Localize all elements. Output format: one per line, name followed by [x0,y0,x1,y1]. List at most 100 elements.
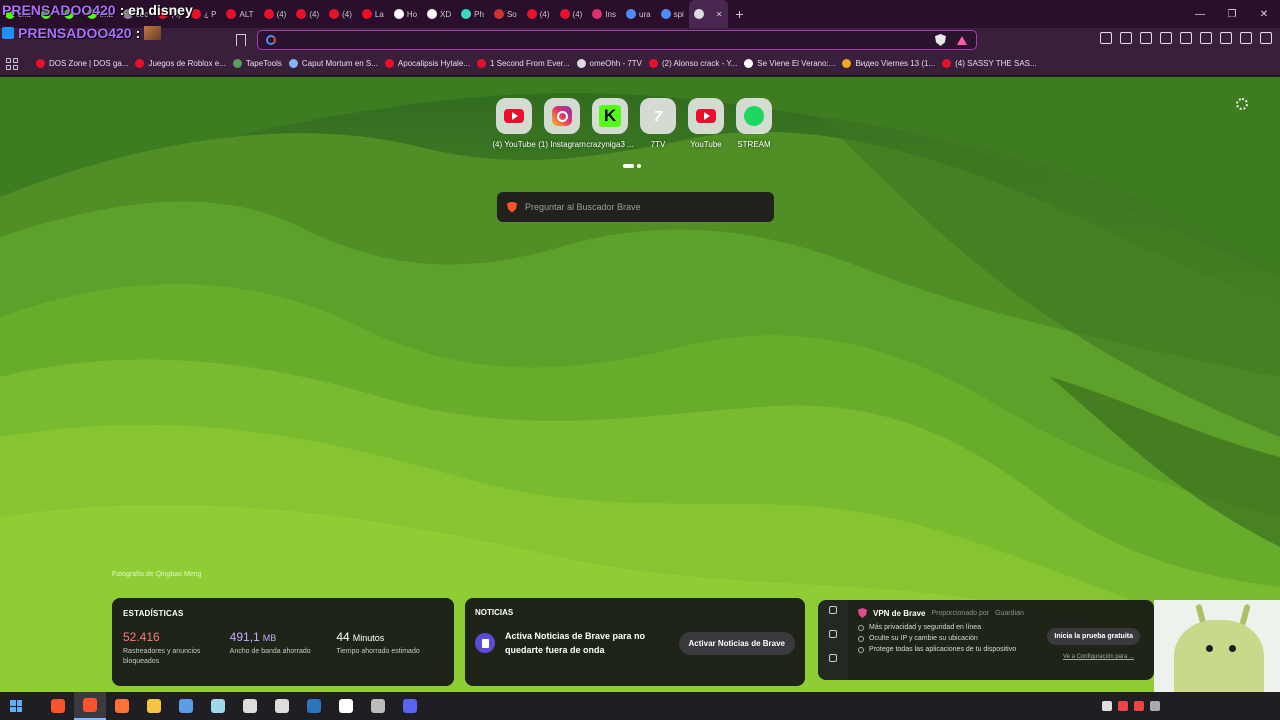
close-tab-icon[interactable]: ✕ [716,10,723,19]
card-tab-icon[interactable] [829,654,837,662]
check-icon [858,624,864,631]
tab[interactable]: So [489,0,522,28]
tab[interactable]: ✕ [688,0,728,28]
vpn-tab-icon[interactable] [829,606,837,614]
instagram-icon [544,98,580,134]
address-bar[interactable] [257,30,977,50]
top-site-tile[interactable]: (1) Instagram [538,98,586,149]
bookmark-icon[interactable] [236,34,246,46]
top-site-tile[interactable]: YouTube [686,98,726,149]
tab[interactable]: ALT [221,0,258,28]
tab-label: Ph [474,9,484,19]
settings-gear-icon[interactable] [1236,98,1248,110]
app3-icon[interactable] [362,692,394,720]
windows-start-icon[interactable] [10,700,22,712]
stat-value-row: 491,1 MB [230,630,337,644]
bookmark-item[interactable]: Apocalipsis Hytale... [384,59,477,68]
file-explorer-icon[interactable] [138,692,170,720]
kick-icon: K [592,98,628,134]
tab[interactable]: (4) [555,0,588,28]
7tv-icon: 7 [640,98,676,134]
tab[interactable]: Ins [587,0,621,28]
leo-ai-icon[interactable] [1240,32,1252,44]
bookmark-favicon-icon [476,59,486,68]
talk-tab-icon[interactable] [829,630,837,638]
app-icon[interactable] [234,692,266,720]
chat-username: PRENSADOO420 [18,25,132,41]
bookmark-label: omeOhh - 7TV [589,59,642,68]
bookmark-item[interactable]: TapeTools [232,59,289,68]
top-site-tile[interactable]: Kcrazyniga3 ... [586,98,634,149]
bookmark-item[interactable]: Juegos de Roblox e... [135,59,232,68]
brave-search-box[interactable]: Preguntar al Buscador Brave [497,192,774,222]
tab[interactable]: XD [422,0,456,28]
vpn-icon[interactable] [1220,32,1232,44]
menu-icon[interactable] [1260,32,1272,44]
tab[interactable]: Ho [389,0,422,28]
photo-credit[interactable]: Fotografía de Qingbao Meng [112,571,202,578]
vpn-settings-link[interactable]: Ve a Configuración para ... [1063,654,1134,660]
tab[interactable]: (4) [259,0,292,28]
tray-icon[interactable] [1150,701,1160,711]
top-site-tile[interactable]: STREAM [734,98,774,149]
minimize-button[interactable]: — [1184,0,1216,28]
tab[interactable]: (4) [291,0,324,28]
tab[interactable]: (4) [324,0,357,28]
bookmark-item[interactable]: omeOhh - 7TV [576,59,649,68]
restore-button[interactable]: ❐ [1216,0,1248,28]
stat-value: 44 [336,630,350,644]
brave-icon[interactable] [42,692,74,720]
sticky-icon[interactable] [202,692,234,720]
screenshot-icon[interactable] [1120,32,1132,44]
tab[interactable]: spi [656,0,689,28]
bookmark-item[interactable]: (4) SASSY THE SAS... [942,59,1044,68]
start-trial-button[interactable]: Inicia la prueba gratuita [1047,628,1140,645]
brave-rewards-icon[interactable] [957,36,967,45]
top-site-tile[interactable]: 7 7TV [638,98,678,149]
check-icon [858,635,864,642]
sidebar-icon[interactable] [1160,32,1172,44]
tab-label: ¿ P [204,9,217,19]
calculator-icon[interactable] [170,692,202,720]
stream-chat-line-1: PRENSADOO420 : en disney [2,2,193,18]
brave-shields-icon[interactable] [935,34,946,46]
bookmark-item[interactable]: Caput Mortum en S... [288,59,385,68]
tray-icon[interactable] [1102,701,1112,711]
brave-active-icon[interactable] [74,692,106,720]
bookmark-item[interactable]: Se Viene El Verano:... [744,59,842,68]
top-sites-pager[interactable] [623,164,641,168]
window-controls: — ❐ ✕ [1184,0,1280,28]
bookmark-item[interactable]: Видео Viernes 13 (1... [842,59,942,68]
tray-icon[interactable] [1134,701,1144,711]
bookmark-item[interactable]: 1 Second From Ever... [476,59,577,68]
app2-icon[interactable] [266,692,298,720]
wallet-icon[interactable] [1180,32,1192,44]
apps-grid-icon[interactable] [6,57,18,70]
top-site-label: crazyniga3 ... [586,140,634,149]
tab[interactable]: (4) [522,0,555,28]
chat-message: : en disney [119,2,193,18]
stat-value: 491,1 [229,630,260,644]
tab[interactable]: ura [621,0,656,28]
bookmark-label: Apocalipsis Hytale... [397,59,470,68]
bookmark-item[interactable]: (2) Alonso crack - Y... [649,59,744,68]
obs-icon[interactable] [330,692,362,720]
tab[interactable]: Ph [456,0,489,28]
leo-icon[interactable] [1200,32,1212,44]
firefox-icon[interactable] [106,692,138,720]
extensions-icon[interactable] [1100,32,1112,44]
bookmark-item[interactable]: DOS Zone | DOS ga... [36,59,135,68]
tab-favicon-icon [493,9,504,19]
steam-icon[interactable] [298,692,330,720]
close-window-button[interactable]: ✕ [1248,0,1280,28]
activate-news-button[interactable]: Activar Noticias de Brave [678,631,795,655]
tab[interactable]: La [357,0,389,28]
media-icon[interactable] [1140,32,1152,44]
top-site-tile[interactable]: (4) YouTube [492,98,536,149]
top-site-label: (1) Instagram [538,140,586,149]
system-tray [1102,701,1160,711]
discord-icon[interactable] [394,692,426,720]
tab-favicon-icon [693,9,704,19]
tray-icon[interactable] [1118,701,1128,711]
new-tab-button[interactable]: + [728,0,752,28]
